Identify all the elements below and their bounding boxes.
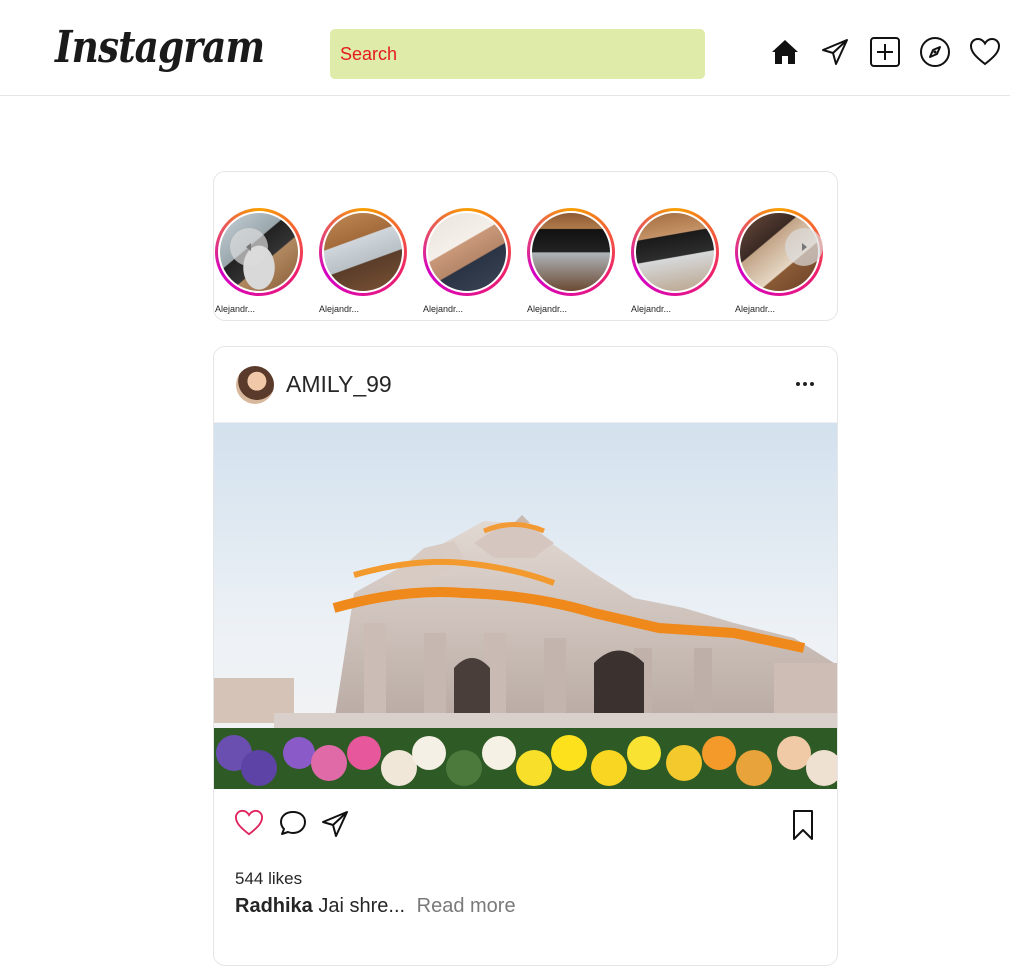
like-heart-icon[interactable] bbox=[234, 809, 264, 842]
caption-username[interactable]: Radhika bbox=[235, 895, 313, 917]
story-username: Alejandr... bbox=[527, 304, 568, 314]
story-avatar bbox=[634, 211, 716, 293]
story-item[interactable]: Alejandr... bbox=[423, 208, 511, 314]
notifications-heart-icon[interactable] bbox=[967, 34, 1003, 70]
post-caption: Radhika Jai shre... Read more bbox=[235, 895, 516, 918]
home-icon[interactable] bbox=[767, 34, 803, 70]
story-avatar-ring[interactable] bbox=[423, 208, 511, 296]
bookmark-icon[interactable] bbox=[790, 809, 816, 846]
top-navbar: Instagram bbox=[0, 0, 1010, 96]
chevron-right-icon bbox=[802, 243, 807, 251]
story-avatar-ring[interactable] bbox=[631, 208, 719, 296]
instagram-logo[interactable]: Instagram bbox=[55, 22, 265, 73]
story-username: Alejandr... bbox=[215, 304, 256, 314]
chevron-left-icon bbox=[246, 243, 251, 251]
post-author-username[interactable]: AMILY_99 bbox=[286, 371, 392, 398]
caption-text: Jai shre... bbox=[318, 895, 406, 917]
post-actions bbox=[214, 809, 837, 849]
create-post-icon[interactable] bbox=[867, 34, 903, 70]
likes-count: 544 likes bbox=[235, 869, 303, 888]
story-avatar bbox=[322, 211, 404, 293]
story-avatar bbox=[530, 211, 612, 293]
post-header: AMILY_99 bbox=[214, 347, 837, 423]
story-item[interactable]: Alejandr... bbox=[527, 208, 615, 314]
nav-icons bbox=[767, 34, 1003, 70]
story-avatar bbox=[426, 211, 508, 293]
share-icon[interactable] bbox=[320, 809, 350, 844]
story-avatar-ring[interactable] bbox=[319, 208, 407, 296]
story-username: Alejandr... bbox=[631, 304, 672, 314]
stories-prev-button[interactable] bbox=[230, 228, 268, 266]
explore-icon[interactable] bbox=[917, 34, 953, 70]
read-more-link[interactable]: Read more bbox=[417, 895, 516, 917]
story-avatar-ring[interactable] bbox=[527, 208, 615, 296]
story-username: Alejandr... bbox=[735, 304, 776, 314]
stories-next-button[interactable] bbox=[785, 228, 823, 266]
direct-message-icon[interactable] bbox=[817, 34, 853, 70]
more-options-icon[interactable] bbox=[794, 373, 816, 400]
post-card: AMILY_99 544 likes Radhika Jai shre... R… bbox=[213, 346, 838, 966]
story-item[interactable]: Alejandr... bbox=[631, 208, 719, 314]
comment-icon[interactable] bbox=[278, 809, 308, 842]
temple-photo bbox=[214, 423, 837, 789]
stories-tray: Alejandr... Alejandr... Alejandr... Alej… bbox=[213, 171, 838, 321]
post-image[interactable] bbox=[214, 423, 837, 789]
search-input[interactable] bbox=[330, 29, 705, 79]
story-item[interactable]: Alejandr... bbox=[319, 208, 407, 314]
story-username: Alejandr... bbox=[319, 304, 360, 314]
story-username: Alejandr... bbox=[423, 304, 464, 314]
post-author-avatar[interactable] bbox=[236, 366, 274, 404]
